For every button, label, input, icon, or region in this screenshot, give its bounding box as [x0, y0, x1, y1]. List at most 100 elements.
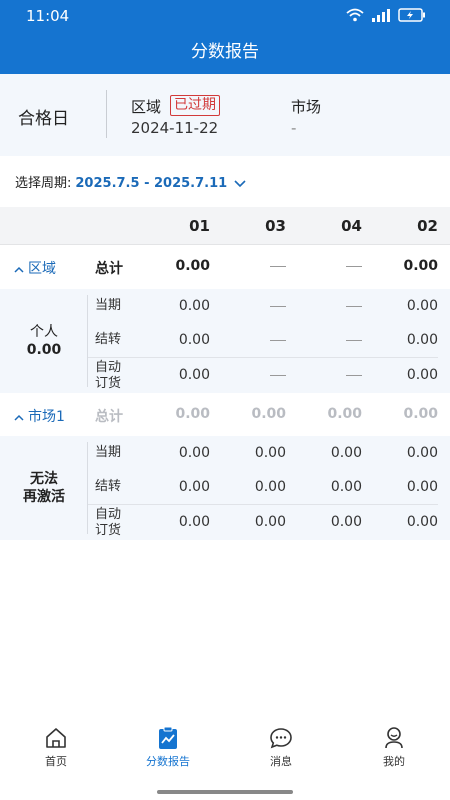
cell-value: 0.00 [178, 367, 210, 383]
group-toggle-region[interactable]: 区域 [14, 258, 56, 278]
side-label: 无法 再激活 [0, 470, 88, 506]
row-label-line: 订货 [95, 523, 122, 538]
signal-icon [372, 8, 390, 22]
cell-value: 0.00 [330, 445, 362, 461]
row-label: 结转 [95, 332, 122, 347]
group-name: 市场1 [28, 409, 65, 425]
total-value [216, 258, 286, 274]
side-label-line: 无法 [30, 471, 58, 487]
table-header: 01 03 04 02 [0, 207, 450, 245]
cell-value [216, 298, 286, 314]
info-divider [106, 90, 107, 138]
cell-value [292, 332, 362, 348]
period-label: 选择周期: [15, 176, 72, 191]
side-label-line: 个人 [30, 324, 58, 340]
column-header: 01 [189, 217, 210, 235]
group-detail-region: 个人 0.00 当期 0.00 0.00 结转 0.00 0.00 自动 订货 0… [0, 289, 450, 393]
total-value: 0.00 [403, 406, 438, 422]
empty-dash [346, 339, 362, 341]
group-row-market[interactable]: 市场1 总计 0.00 0.00 0.00 0.00 [0, 393, 450, 437]
report-icon [159, 726, 177, 749]
tab-home[interactable]: 首页 [16, 725, 96, 769]
empty-dash [270, 265, 286, 267]
cell-value [216, 367, 286, 383]
table-row: 结转 0.00 0.00 [88, 323, 438, 359]
home-indicator[interactable] [157, 790, 293, 794]
tab-label: 我的 [383, 755, 405, 768]
row-label: 当期 [95, 298, 122, 313]
cell-value [292, 367, 362, 383]
row-label-line: 自动 [95, 360, 122, 375]
period-selector[interactable]: 选择周期: 2025.7.5 - 2025.7.11 [15, 172, 246, 191]
column-header: 03 [265, 217, 286, 235]
cell-value: 0.00 [330, 479, 362, 495]
side-label-line: 再激活 [23, 489, 65, 505]
wifi-icon [346, 8, 364, 22]
empty-dash [270, 339, 286, 341]
cell-value: 0.00 [406, 367, 438, 383]
total-value: 0.00 [403, 258, 438, 274]
empty-dash [346, 305, 362, 307]
battery-icon [398, 8, 425, 22]
status-time: 11:04 [26, 7, 70, 25]
tab-messages[interactable]: 消息 [241, 725, 321, 769]
period-range[interactable]: 2025.7.5 - 2025.7.11 [75, 176, 227, 191]
app-bar: 分数报告 [0, 32, 450, 74]
table-row: 结转 0.00 0.00 0.00 0.00 [88, 470, 438, 506]
qualification-info-panel: 合格日 区域 已过期 2024-11-22 市场 - [0, 74, 450, 156]
cell-value: 0.00 [330, 514, 362, 530]
tab-label: 分数报告 [146, 755, 190, 768]
row-label: 结转 [95, 479, 122, 494]
tab-label: 首页 [45, 755, 67, 768]
cell-value: 0.00 [178, 445, 210, 461]
chevron-down-icon[interactable] [234, 179, 246, 188]
table-row: 自动 订货 0.00 0.00 0.00 0.00 [88, 504, 438, 540]
row-label: 自动 订货 [95, 360, 121, 392]
empty-dash [346, 374, 362, 376]
cell-value: 0.00 [178, 332, 210, 348]
region-label: 区域 [131, 98, 162, 116]
cell-value: 0.00 [178, 298, 210, 314]
group-detail-market: 无法 再激活 当期 0.00 0.00 0.00 0.00 结转 0.00 0.… [0, 436, 450, 540]
total-value: 0.00 [175, 258, 210, 274]
tab-score-report[interactable]: 分数报告 [128, 725, 208, 769]
expired-badge: 已过期 [170, 95, 220, 116]
row-label: 自动 订货 [95, 507, 121, 539]
group-toggle-market[interactable]: 市场1 [14, 406, 65, 426]
table-row: 当期 0.00 0.00 0.00 0.00 [88, 436, 438, 472]
home-icon [46, 728, 66, 748]
page-title: 分数报告 [191, 42, 259, 62]
table-row: 自动 订货 0.00 0.00 [88, 357, 438, 393]
row-label-line: 订货 [95, 376, 122, 391]
message-icon [270, 728, 292, 749]
side-label: 个人 0.00 [0, 323, 88, 359]
cell-value: 0.00 [254, 479, 286, 495]
row-label-line: 自动 [95, 507, 122, 522]
empty-dash [270, 305, 286, 307]
status-icons [346, 8, 426, 22]
tab-label: 消息 [270, 755, 292, 768]
cell-value: 0.00 [406, 298, 438, 314]
cell-value: 0.00 [406, 445, 438, 461]
total-label: 总计 [95, 261, 123, 277]
region-date: 2024-11-22 [131, 119, 219, 137]
total-label: 总计 [95, 409, 123, 425]
cell-value: 0.00 [406, 332, 438, 348]
column-header: 02 [417, 217, 438, 235]
group-row-region[interactable]: 区域 总计 0.00 0.00 [0, 245, 450, 289]
market-label: 市场 [291, 98, 322, 116]
pass-day-label: 合格日 [18, 109, 69, 129]
total-value: 0.00 [175, 406, 210, 422]
cell-value: 0.00 [406, 479, 438, 495]
total-value: 0.00 [327, 406, 362, 422]
market-value: - [291, 119, 297, 137]
status-bar: 11:04 [0, 0, 450, 32]
cell-value [216, 332, 286, 348]
empty-dash [346, 265, 362, 267]
empty-dash [270, 374, 286, 376]
tab-profile[interactable]: 我的 [354, 725, 434, 769]
column-header: 04 [341, 217, 362, 235]
total-value: 0.00 [251, 406, 286, 422]
total-value [292, 258, 362, 274]
row-label: 当期 [95, 445, 122, 460]
